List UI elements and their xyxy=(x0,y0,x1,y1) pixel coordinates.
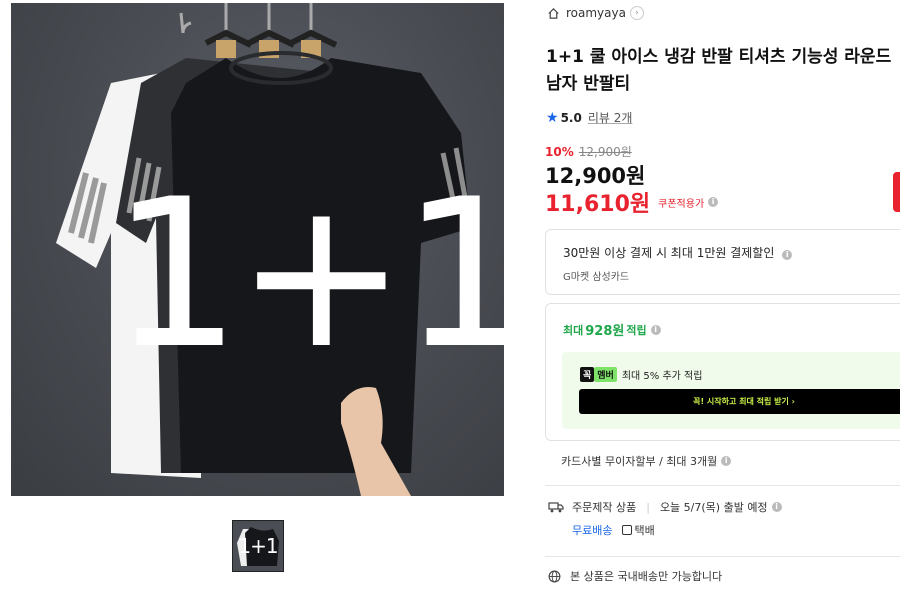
seller-link[interactable]: roamyaya › xyxy=(547,6,644,20)
shipping-type-text: 택배 xyxy=(634,524,655,537)
coupon-button-edge[interactable] xyxy=(893,172,900,212)
discount-rate: 10% xyxy=(545,144,574,159)
membership-text: 최대 5% 추가 적립 xyxy=(621,371,703,382)
home-icon xyxy=(548,7,559,19)
shipping-row: 무료배송 택배 xyxy=(572,522,655,538)
points-suffix: 적립 xyxy=(626,323,647,337)
box-icon xyxy=(622,525,633,535)
star-icon: ★ xyxy=(546,109,559,126)
coupon-price: 11,610원 xyxy=(545,192,651,217)
coupon-label: 쿠폰적용가 xyxy=(658,198,705,210)
membership-box: 꼭 멤버 최대 5% 추가 적립 꼭! 시작하고 최대 적립 받기 › xyxy=(562,352,900,429)
product-main-image[interactable]: 1+1 xyxy=(11,3,504,496)
divider xyxy=(545,556,900,557)
points-line: 최대 928원 적립 i xyxy=(563,320,661,339)
discount-row: 10% 12,900원 xyxy=(545,143,632,160)
divider xyxy=(545,485,900,486)
thumbnail-1[interactable]: 1+1 xyxy=(232,520,284,572)
membership-line: 꼭 멤버 최대 5% 추가 적립 xyxy=(580,367,702,382)
truck-icon xyxy=(548,502,564,513)
image-overlay-text: 1+1 xyxy=(111,156,504,394)
info-icon[interactable]: i xyxy=(650,324,661,335)
reviews-link[interactable]: 리뷰 2개 xyxy=(588,109,633,126)
membership-badge-member: 멤버 xyxy=(594,367,617,382)
card-points: 최대 928원 적립 i 꼭 멤버 최대 5% 추가 적립 꼭! 시작하고 최대… xyxy=(545,303,900,441)
original-price: 12,900원 xyxy=(578,145,632,159)
info-icon[interactable]: i xyxy=(721,456,732,466)
promo-title: 30만원 이상 결제 시 최대 1만원 결제할인 i xyxy=(563,244,793,261)
membership-join-button[interactable]: 꼭! 시작하고 최대 적립 받기 › xyxy=(579,389,900,414)
info-icon[interactable]: i xyxy=(708,197,719,207)
domestic-text: 본 상품은 국내배송만 가능합니다 xyxy=(570,570,723,583)
seller-name: roamyaya xyxy=(566,6,626,20)
points-amount: 928원 xyxy=(585,324,625,339)
info-icon[interactable]: i xyxy=(771,502,782,512)
installment-info: 카드사별 무이자할부 / 최대 3개월 i xyxy=(561,453,732,469)
card-promo[interactable]: 30만원 이상 결제 시 최대 1만원 결제할인 i G마켓 삼성카드 xyxy=(545,229,900,295)
chevron-right-icon: › xyxy=(629,6,644,20)
thumbnail-text: 1+1 xyxy=(238,534,278,558)
order-dispatch-row: 주문제작 상품 | 오늘 5/7(목) 출발 예정 i xyxy=(548,499,782,515)
coupon-price-row: 11,610원 쿠폰적용가 i xyxy=(545,186,719,218)
free-shipping: 무료배송 xyxy=(572,524,613,537)
points-prefix: 최대 xyxy=(563,323,584,337)
shipping-type: 택배 xyxy=(622,522,655,538)
domestic-shipping-row: 본 상품은 국내배송만 가능합니다 xyxy=(548,568,722,584)
dispatch-date: 오늘 5/7(목) 출발 예정 xyxy=(659,501,768,514)
promo-subtitle: G마켓 삼성카드 xyxy=(563,272,630,283)
promo-title-text: 30만원 이상 결제 시 최대 1만원 결제할인 xyxy=(563,246,775,260)
rating-summary: ★ 5.0 리뷰 2개 xyxy=(546,109,632,126)
rating-score: 5.0 xyxy=(560,110,582,125)
globe-icon xyxy=(548,570,561,582)
membership-badge-logo: 꼭 xyxy=(580,367,595,382)
inline-divider: | xyxy=(646,500,650,514)
order-type: 주문제작 상품 xyxy=(572,501,637,514)
product-title: 1+1 쿨 아이스 냉감 반팔 티셔츠 기능성 라운드 남자 반팔티 xyxy=(546,47,892,94)
info-icon[interactable]: i xyxy=(782,250,793,260)
installment-text: 카드사별 무이자할부 / 최대 3개월 xyxy=(561,455,718,468)
